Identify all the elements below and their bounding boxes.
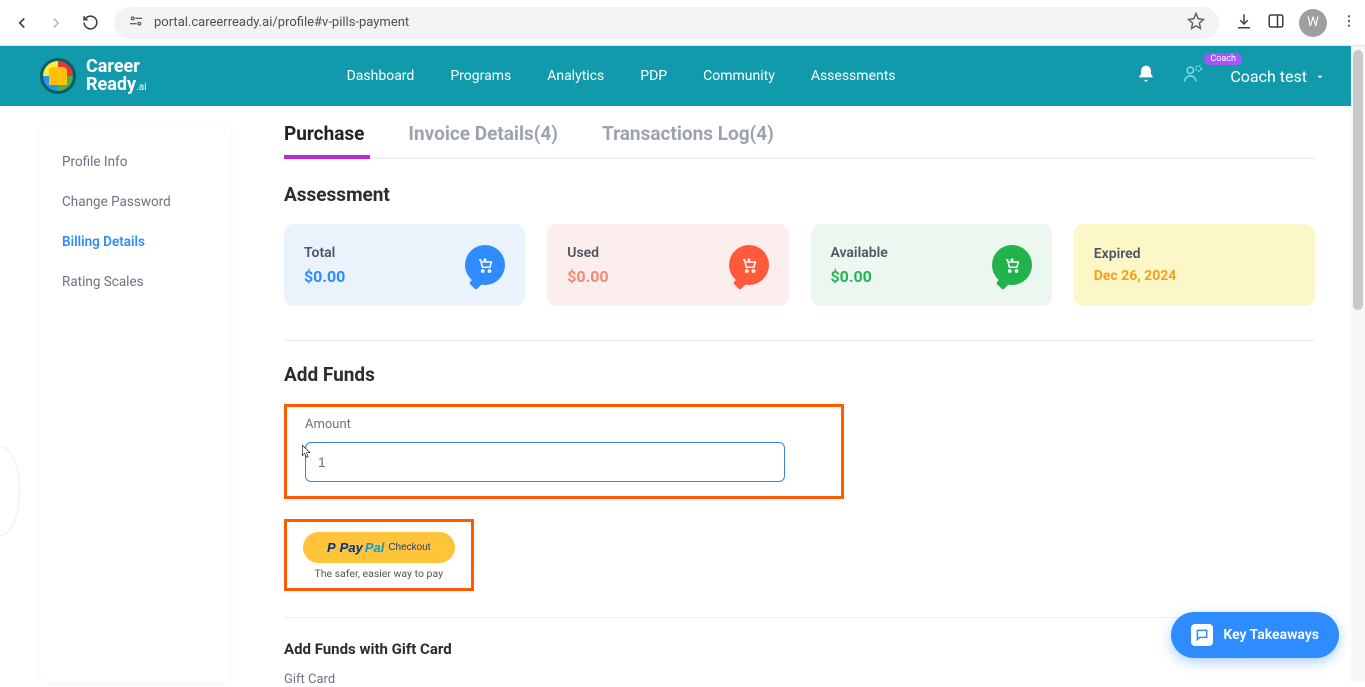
panel-icon[interactable] xyxy=(1267,12,1285,34)
card-available-label: Available xyxy=(831,245,888,261)
card-used-value: $0.00 xyxy=(567,267,608,286)
logo-text: Career Ready.ai xyxy=(86,58,147,94)
nav-analytics[interactable]: Analytics xyxy=(547,68,604,84)
user-icon-wrap: Coach xyxy=(1182,63,1204,89)
sidebar-item-billing-details[interactable]: Billing Details xyxy=(40,222,230,262)
chevron-down-icon xyxy=(1315,67,1325,86)
sidebar-item-rating-scales[interactable]: Rating Scales xyxy=(40,262,230,302)
nav-assessments[interactable]: Assessments xyxy=(811,68,896,84)
star-icon[interactable] xyxy=(1187,12,1205,34)
gift-card-heading: Add Funds with Gift Card xyxy=(284,640,1315,658)
back-button[interactable] xyxy=(8,9,36,37)
url-text: portal.careerready.ai/profile#v-pills-pa… xyxy=(154,15,409,30)
bell-icon[interactable] xyxy=(1136,64,1156,88)
nav-programs[interactable]: Programs xyxy=(450,68,511,84)
url-bar[interactable]: portal.careerready.ai/profile#v-pills-pa… xyxy=(114,7,1219,39)
profile-sidebar: Profile Info Change Password Billing Det… xyxy=(40,122,230,682)
browser-chrome: portal.careerready.ai/profile#v-pills-pa… xyxy=(0,0,1365,46)
cart-icon xyxy=(729,245,769,285)
sidebar-item-change-password[interactable]: Change Password xyxy=(40,182,230,222)
user-icon[interactable] xyxy=(1182,70,1204,89)
assessment-cards: Total $0.00 Used $0.00 Available $0.00 xyxy=(284,224,1315,306)
site-settings-icon[interactable] xyxy=(128,13,144,33)
card-total-label: Total xyxy=(304,245,345,261)
download-icon[interactable] xyxy=(1235,12,1253,34)
sidebar-item-profile-info[interactable]: Profile Info xyxy=(40,142,230,182)
user-name: Coach test xyxy=(1230,67,1307,86)
cart-icon xyxy=(992,245,1032,285)
profile-avatar[interactable]: W xyxy=(1299,9,1327,37)
user-menu[interactable]: Coach test xyxy=(1230,67,1325,86)
add-funds-heading: Add Funds xyxy=(284,363,1315,386)
card-expired-label: Expired xyxy=(1094,246,1177,262)
logo-icon xyxy=(40,58,76,94)
kebab-menu-icon[interactable] xyxy=(1341,13,1357,33)
divider xyxy=(284,340,1315,341)
card-available: Available $0.00 xyxy=(811,224,1052,306)
divider xyxy=(284,617,1315,618)
card-used-label: Used xyxy=(567,245,608,261)
chat-icon xyxy=(1191,624,1213,646)
amount-input[interactable] xyxy=(305,442,785,482)
card-available-value: $0.00 xyxy=(831,267,888,286)
cart-icon xyxy=(465,245,505,285)
card-expired: Expired Dec 26, 2024 xyxy=(1074,224,1315,306)
assessment-heading: Assessment xyxy=(284,183,1315,206)
card-total: Total $0.00 xyxy=(284,224,525,306)
role-badge: Coach xyxy=(1204,53,1242,65)
forward-button[interactable] xyxy=(42,9,70,37)
main-content: Purchase Invoice Details(4) Transactions… xyxy=(230,122,1325,682)
key-takeaways-button[interactable]: Key Takeaways xyxy=(1171,612,1339,658)
card-used: Used $0.00 xyxy=(547,224,788,306)
paypal-highlight: P PayPal Checkout The safer, easier way … xyxy=(284,519,474,591)
decorative-circle xyxy=(0,446,20,536)
amount-highlight: Amount xyxy=(284,404,844,499)
tab-purchase[interactable]: Purchase xyxy=(284,122,364,157)
nav-pdp[interactable]: PDP xyxy=(640,68,667,84)
paypal-checkout-button[interactable]: P PayPal Checkout xyxy=(303,532,455,563)
nav-dashboard[interactable]: Dashboard xyxy=(347,68,415,84)
reload-button[interactable] xyxy=(76,9,104,37)
tab-transactions-log[interactable]: Transactions Log(4) xyxy=(602,122,774,157)
vertical-scrollbar[interactable] xyxy=(1351,46,1365,682)
amount-label: Amount xyxy=(305,417,823,432)
paypal-p-icon: P xyxy=(327,540,336,555)
billing-tabs: Purchase Invoice Details(4) Transactions… xyxy=(284,122,1315,159)
paypal-subtext: The safer, easier way to pay xyxy=(303,567,455,580)
nav-community[interactable]: Community xyxy=(703,68,775,84)
gift-card-label: Gift Card xyxy=(284,672,1315,687)
main-nav: Dashboard Programs Analytics PDP Communi… xyxy=(347,68,896,84)
card-total-value: $0.00 xyxy=(304,267,345,286)
app-navbar: Career Ready.ai Dashboard Programs Analy… xyxy=(0,46,1365,106)
key-takeaways-label: Key Takeaways xyxy=(1223,627,1319,643)
logo[interactable]: Career Ready.ai xyxy=(40,58,147,94)
tab-invoice-details[interactable]: Invoice Details(4) xyxy=(408,122,558,157)
card-expired-value: Dec 26, 2024 xyxy=(1094,268,1177,284)
